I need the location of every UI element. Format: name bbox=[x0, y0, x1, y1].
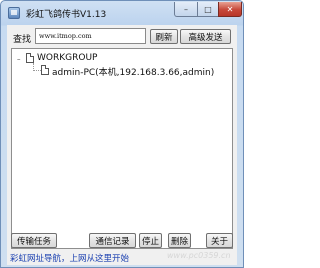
document-icon bbox=[26, 53, 34, 63]
window-title: 彩虹飞鸽传书V1.13 bbox=[26, 10, 107, 20]
stop-button[interactable]: 停止 bbox=[139, 233, 162, 248]
tree-connector bbox=[33, 70, 41, 71]
app-icon bbox=[8, 7, 20, 19]
find-label: 查找 bbox=[13, 35, 32, 45]
transfer-tasks-button[interactable]: 传输任务 bbox=[11, 233, 57, 248]
maximize-button[interactable]: □ bbox=[197, 2, 219, 17]
find-input[interactable] bbox=[35, 28, 146, 44]
minimize-icon: – bbox=[184, 4, 188, 14]
advanced-send-button[interactable]: 高级发送 bbox=[180, 29, 231, 44]
maximize-icon: □ bbox=[204, 4, 212, 14]
tree-node-host[interactable]: admin-PC(本机,192.168.3.66,admin) bbox=[52, 65, 214, 78]
delete-button[interactable]: 删除 bbox=[168, 233, 191, 248]
footer-link[interactable]: 彩虹网址导航，上网从这里开始 bbox=[10, 252, 129, 264]
user-tree[interactable]: – WORKGROUP admin-PC(本机,192.168.3.66,adm… bbox=[11, 48, 233, 249]
app-window: 彩虹飞鸽传书V1.13 – □ ✕ 查找 刷新 高级发送 – WORKGROUP… bbox=[0, 0, 244, 268]
communication-records-button[interactable]: 通信记录 bbox=[89, 233, 136, 248]
close-icon: ✕ bbox=[226, 4, 234, 14]
title-bar[interactable]: 彩虹飞鸽传书V1.13 – □ ✕ bbox=[1, 1, 243, 25]
watermark: www.pc0359.cn bbox=[167, 251, 231, 260]
minimize-button[interactable]: – bbox=[174, 2, 198, 17]
tree-node-workgroup[interactable]: WORKGROUP bbox=[37, 53, 97, 63]
document-icon bbox=[41, 65, 49, 75]
collapse-toggle-icon[interactable]: – bbox=[17, 56, 23, 63]
client-area: 查找 刷新 高级发送 – WORKGROUP admin-PC(本机,192.1… bbox=[7, 25, 237, 265]
refresh-button[interactable]: 刷新 bbox=[150, 29, 178, 44]
close-button[interactable]: ✕ bbox=[218, 2, 242, 17]
about-button[interactable]: 关于 bbox=[206, 233, 233, 248]
